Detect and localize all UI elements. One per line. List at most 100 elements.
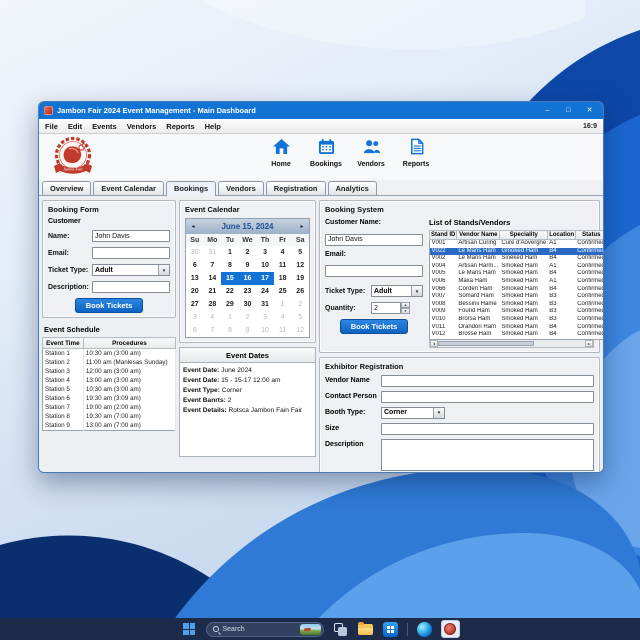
edge-button[interactable] [416, 621, 433, 638]
calendar-day-cell[interactable]: 11 [274, 324, 292, 337]
start-button[interactable] [181, 621, 198, 638]
calendar-day-cell[interactable]: 6 [186, 324, 204, 337]
event-schedule-row[interactable]: Station 510:30 am (3:00 am) [43, 385, 176, 394]
calendar-prev-icon[interactable]: ◂ [189, 223, 197, 230]
er-description-textarea[interactable] [381, 439, 594, 471]
nav-item-vendors[interactable]: Vendors [355, 138, 387, 168]
spin-down-icon[interactable]: ▼ [401, 308, 410, 314]
close-button[interactable]: ✕ [581, 102, 598, 119]
maximize-button[interactable]: □ [560, 102, 577, 119]
calendar-day-cell[interactable]: 16 [239, 272, 257, 285]
es-col-procedures[interactable]: Procedures [83, 338, 175, 349]
nav-item-bookings[interactable]: Bookings [310, 138, 342, 168]
es-col-event-time[interactable]: Event Time [43, 338, 84, 349]
nav-item-reports[interactable]: Reports [400, 138, 432, 168]
jambon-app-taskbar-button[interactable] [441, 620, 460, 638]
task-view-button[interactable] [332, 621, 349, 638]
calendar-day-cell[interactable]: 2 [239, 311, 257, 324]
menu-item-events[interactable]: Events [92, 122, 117, 131]
minimize-button[interactable]: – [539, 102, 556, 119]
menu-item-vendors[interactable]: Vendors [127, 122, 157, 131]
tab-event-calendar[interactable]: Event Calendar [93, 181, 164, 195]
calendar-day-cell[interactable]: 18 [274, 272, 292, 285]
event-schedule-row[interactable]: Station 211:00 am (Manlesas Sunday) [43, 358, 176, 367]
calendar-day-cell[interactable]: 4 [204, 311, 222, 324]
calendar-day-cell[interactable]: 13 [186, 272, 204, 285]
store-button[interactable] [382, 621, 399, 638]
vendor-name-input[interactable] [381, 375, 594, 387]
size-input[interactable] [381, 423, 594, 435]
calendar-day-cell[interactable]: 19 [291, 272, 309, 285]
event-schedule-row[interactable]: Station 413:00 am (3:00 am) [43, 376, 176, 385]
calendar-day-cell[interactable]: 24 [256, 285, 274, 298]
bs-ticket-type-select[interactable]: Adult ▼ [371, 285, 423, 297]
calendar-day-cell[interactable]: 28 [204, 298, 222, 311]
calendar-day-cell[interactable]: 29 [221, 298, 239, 311]
email-input[interactable] [92, 247, 170, 259]
chevron-down-icon[interactable]: ▼ [158, 265, 169, 275]
calendar-day-cell[interactable]: 31 [204, 246, 222, 259]
event-schedule-row[interactable]: Station 719:00 am (2:00 am) [43, 403, 176, 412]
vendor-row-v002[interactable]: V002Le Mans HamSineked HamB4Confirmed [430, 255, 605, 263]
calendar-day-cell[interactable]: 27 [186, 298, 204, 311]
event-schedule-row[interactable]: Station 913:00 am (7:00 am) [43, 421, 176, 431]
quantity-input[interactable] [371, 302, 401, 314]
calendar-day-cell[interactable]: 1 [221, 311, 239, 324]
calendar-day-cell[interactable]: 11 [274, 259, 292, 272]
calendar-day-cell[interactable]: 3 [256, 311, 274, 324]
calendar-day-cell[interactable]: 30 [186, 246, 204, 259]
calendar-day-cell[interactable]: 9 [239, 259, 257, 272]
calendar-day-cell[interactable]: 12 [291, 259, 309, 272]
calendar-day-cell[interactable]: 8 [221, 259, 239, 272]
vendor-col-location[interactable]: Location [548, 231, 576, 240]
vendor-row-v006[interactable]: V006Maxa HamSmoked HamA1Confirmed [430, 278, 605, 286]
window-titlebar[interactable]: Jambon Fair 2024 Event Management - Main… [39, 102, 603, 119]
chevron-down-icon[interactable]: ▼ [411, 286, 422, 296]
calendar-day-cell[interactable]: 3 [256, 246, 274, 259]
scroll-left-icon[interactable]: ◂ [430, 340, 438, 347]
vendor-row-v008[interactable]: V008Bessinii HameSmoked HamB3Confirmed [430, 301, 605, 309]
calendar-day-cell[interactable]: 31 [256, 298, 274, 311]
event-schedule-row[interactable]: Station 110:30 am (3:00 am) [43, 349, 176, 359]
calendar-next-icon[interactable]: ▸ [298, 223, 306, 230]
calendar-day-cell[interactable]: 3 [186, 311, 204, 324]
calendar-day-cell[interactable]: 4 [274, 246, 292, 259]
event-schedule-row[interactable]: Station 312:00 am (3:00 am) [43, 367, 176, 376]
calendar-day-cell[interactable]: 12 [291, 324, 309, 337]
booth-type-select[interactable]: Corner ▼ [381, 407, 445, 419]
vendor-row-v022[interactable]: V022Le Maris HamGmoked HamB4Confirmed [430, 248, 605, 256]
calendar-day-cell[interactable]: 26 [291, 285, 309, 298]
bs-email-input[interactable] [325, 265, 423, 277]
tab-vendors[interactable]: Vendors [218, 181, 264, 195]
book-tickets-button[interactable]: Book Tickets [75, 298, 144, 313]
calendar-day-cell[interactable]: 5 [291, 246, 309, 259]
vendor-row-v011[interactable]: V011Orandori HamSmoked HamB4Confirmed [430, 324, 605, 332]
ticket-type-select[interactable]: Adult ▼ [92, 264, 170, 276]
vendor-col-stand-id[interactable]: Stand ID [430, 231, 457, 240]
tab-analytics[interactable]: Analytics [328, 181, 377, 195]
vendor-row-v001[interactable]: V001Artisan CuringCure d'AovergneA1Confi… [430, 240, 605, 248]
vendor-row-v007[interactable]: V007Somard HamSmoked HamB3Confirmed [430, 293, 605, 301]
tab-registration[interactable]: Registration [266, 181, 326, 195]
calendar-day-cell[interactable]: 21 [204, 285, 222, 298]
vendor-col-speciality[interactable]: Speciality [500, 231, 548, 240]
calendar-day-cell[interactable]: 8 [221, 324, 239, 337]
taskbar-search[interactable]: Search [206, 622, 324, 637]
calendar-day-cell[interactable]: 30 [239, 298, 257, 311]
nav-item-home[interactable]: Home [265, 138, 297, 168]
calendar-day-cell[interactable]: 9 [239, 324, 257, 337]
menu-item-reports[interactable]: Reports [166, 122, 194, 131]
menu-item-file[interactable]: File [45, 122, 58, 131]
calendar-day-cell[interactable]: 1 [274, 298, 292, 311]
vendor-col-vendor-name[interactable]: Vendor Name [457, 231, 500, 240]
calendar-day-cell[interactable]: 7 [204, 324, 222, 337]
calendar-day-cell[interactable]: 2 [291, 298, 309, 311]
calendar-day-cell[interactable]: 10 [256, 324, 274, 337]
vendor-col-status[interactable]: Status [576, 231, 604, 240]
vendor-hscroll-thumb[interactable] [438, 341, 534, 346]
event-schedule-row[interactable]: Station 819:30 am (7:00 am) [43, 412, 176, 421]
chevron-down-icon[interactable]: ▼ [433, 408, 444, 418]
calendar-day-cell[interactable]: 20 [186, 285, 204, 298]
calendar-day-cell[interactable]: 5 [291, 311, 309, 324]
vendor-row-v004[interactable]: V004Artisan Harm...Smoked HamA1Confirmed [430, 263, 605, 271]
